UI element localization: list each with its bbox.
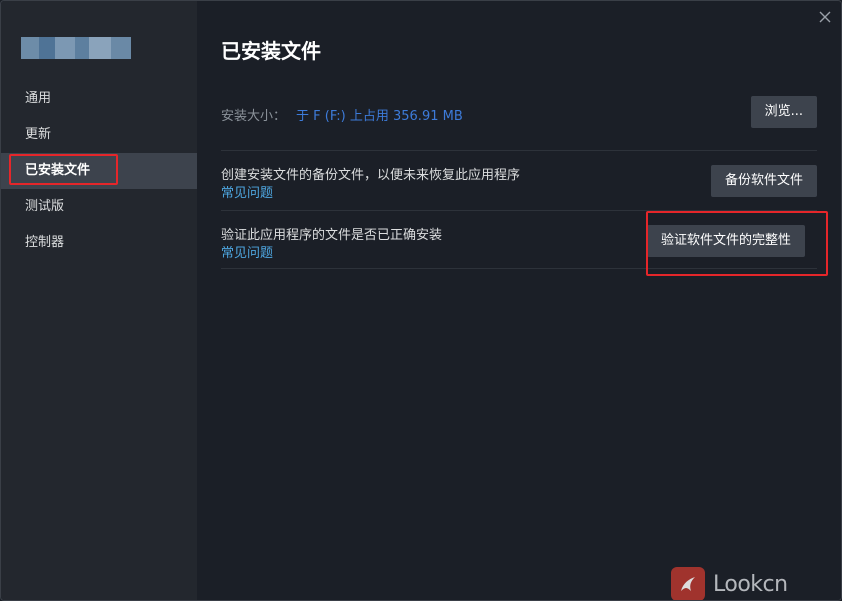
sidebar-item-label: 控制器 (25, 235, 65, 250)
watermark-text: Lookcn (713, 571, 788, 597)
sidebar-item-controller[interactable]: 控制器 (1, 225, 197, 261)
sidebar-item-label: 已安装文件 (25, 163, 91, 178)
install-size-row: 安装大小： 于 F (F:) 上占用 356.91 MB 浏览... (221, 93, 817, 151)
backup-files-button[interactable]: 备份软件文件 (710, 165, 817, 197)
sidebar-item-general[interactable]: 通用 (1, 81, 197, 117)
settings-nav: 通用 更新 已安装文件 测试版 控制器 (1, 81, 197, 261)
close-button[interactable] (815, 7, 835, 27)
verify-row: 验证此应用程序的文件是否已正确安装 常见问题 验证软件文件的完整性 (221, 211, 817, 269)
sidebar-item-betas[interactable]: 测试版 (1, 189, 197, 225)
watermark: Lookcn (671, 567, 788, 600)
sidebar: 通用 更新 已安装文件 测试版 控制器 (1, 1, 197, 600)
backup-row: 创建安装文件的备份文件，以便未来恢复此应用程序 常见问题 备份软件文件 (221, 151, 817, 211)
main-panel: 已安装文件 安装大小： 于 F (F:) 上占用 356.91 MB 浏览...… (197, 1, 841, 600)
close-icon (819, 11, 831, 23)
watermark-logo-icon (671, 567, 705, 600)
sidebar-item-updates[interactable]: 更新 (1, 117, 197, 153)
app-name-blurred (21, 37, 131, 59)
sidebar-item-installed-files[interactable]: 已安装文件 (1, 153, 197, 189)
verify-integrity-button[interactable]: 验证软件文件的完整性 (646, 225, 805, 257)
install-size-value: 于 F (F:) 上占用 356.91 MB (296, 109, 463, 124)
install-size-label: 安装大小： (221, 109, 287, 124)
sidebar-item-label: 通用 (25, 91, 52, 106)
verify-description: 验证此应用程序的文件是否已正确安装 (221, 228, 443, 243)
sidebar-item-label: 测试版 (25, 199, 65, 214)
sidebar-item-label: 更新 (25, 127, 52, 142)
page-title: 已安装文件 (221, 39, 321, 63)
backup-description: 创建安装文件的备份文件，以便未来恢复此应用程序 (221, 168, 521, 183)
verify-faq-link[interactable]: 常见问题 (221, 242, 273, 261)
browse-button[interactable]: 浏览... (750, 96, 817, 128)
settings-window: 通用 更新 已安装文件 测试版 控制器 已安装文件 安装大小： 于 F (F:)… (0, 0, 842, 601)
backup-faq-link[interactable]: 常见问题 (221, 182, 273, 201)
